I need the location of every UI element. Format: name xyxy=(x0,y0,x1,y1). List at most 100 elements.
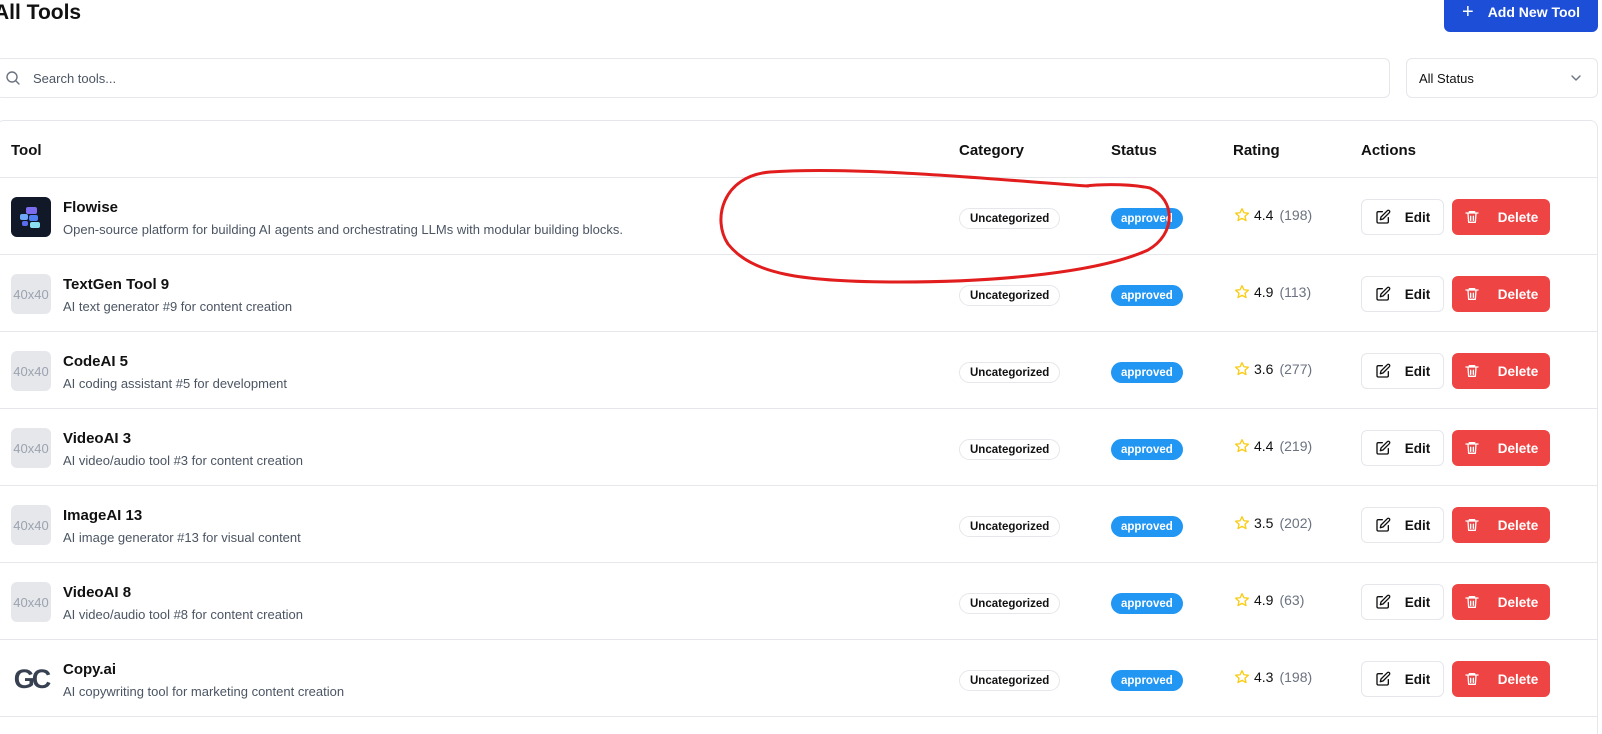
category-badge: Uncategorized xyxy=(959,516,1061,537)
delete-button[interactable]: Delete xyxy=(1452,353,1550,389)
rating-value: 4.3 xyxy=(1254,669,1274,685)
rating: 3.5 (202) xyxy=(1234,515,1312,531)
table-row: 40x40 VideoAI 8 AI video/audio tool #8 f… xyxy=(0,563,1597,640)
column-header-status: Status xyxy=(1111,142,1157,159)
star-icon xyxy=(1235,516,1249,530)
tool-description: AI video/audio tool #3 for content creat… xyxy=(63,453,303,468)
page-title: All Tools xyxy=(0,1,82,24)
rating-value: 4.9 xyxy=(1254,284,1274,300)
edit-button[interactable]: Edit xyxy=(1361,353,1444,389)
trash-icon xyxy=(1465,365,1479,377)
review-count: (63) xyxy=(1279,592,1305,608)
placeholder-image: 40x40 xyxy=(11,351,51,391)
review-count: (198) xyxy=(1279,207,1313,223)
delete-button[interactable]: Delete xyxy=(1452,584,1550,620)
chevron-down-icon xyxy=(1571,75,1581,81)
review-count: (277) xyxy=(1279,361,1313,377)
placeholder-image: 40x40 xyxy=(11,428,51,468)
table-row: Flowise Open-source platform for buildin… xyxy=(0,178,1597,255)
column-header-category: Category xyxy=(959,142,1025,159)
tool-name: ImageAI 13 xyxy=(63,507,143,524)
category-badge: Uncategorized xyxy=(959,362,1061,383)
rating: 4.3 (198) xyxy=(1234,669,1312,685)
status-badge: approved xyxy=(1111,208,1183,229)
edit-button[interactable]: Edit xyxy=(1361,276,1444,312)
rating: 3.6 (277) xyxy=(1234,361,1312,377)
plus-icon: + xyxy=(1462,1,1474,23)
tools-table: Tool Category Status Rating Actions Flow… xyxy=(0,120,1598,734)
tool-description: Open-source platform for building AI age… xyxy=(63,222,624,237)
table-header: Tool Category Status Rating Actions xyxy=(0,121,1597,178)
review-count: (198) xyxy=(1279,669,1313,685)
column-header-tool: Tool xyxy=(11,142,42,159)
rating: 4.4 (198) xyxy=(1234,207,1312,223)
rating: 4.9 (113) xyxy=(1234,284,1311,300)
placeholder-image: 40x40 xyxy=(11,582,51,622)
edit-label: Edit xyxy=(1404,671,1431,687)
edit-button[interactable]: Edit xyxy=(1361,507,1444,543)
column-header-rating: Rating xyxy=(1233,142,1280,159)
rating-value: 4.9 xyxy=(1254,592,1274,608)
status-badge: approved xyxy=(1111,285,1183,306)
delete-button[interactable]: Delete xyxy=(1452,430,1550,466)
tool-description: AI text generator #9 for content creatio… xyxy=(63,299,293,314)
edit-button[interactable]: Edit xyxy=(1361,584,1444,620)
trash-icon xyxy=(1465,596,1479,608)
star-icon xyxy=(1235,208,1249,222)
status-badge: approved xyxy=(1111,516,1183,537)
edit-label: Edit xyxy=(1404,363,1431,379)
trash-icon xyxy=(1465,288,1479,300)
status-badge: approved xyxy=(1111,439,1183,460)
star-icon xyxy=(1235,285,1249,299)
edit-icon xyxy=(1376,594,1391,609)
add-new-tool-label: Add New Tool xyxy=(1487,4,1580,20)
rating-value: 3.6 xyxy=(1254,361,1274,377)
category-badge: Uncategorized xyxy=(959,208,1061,229)
category-badge: Uncategorized xyxy=(959,439,1061,460)
edit-label: Edit xyxy=(1404,286,1431,302)
status-filter-select[interactable]: All Status xyxy=(1406,58,1598,98)
tool-name: Copy.ai xyxy=(63,661,117,678)
placeholder-image: 40x40 xyxy=(11,505,51,545)
add-new-tool-button[interactable]: + Add New Tool xyxy=(1444,0,1598,32)
delete-button[interactable]: Delete xyxy=(1452,507,1550,543)
status-badge: approved xyxy=(1111,670,1183,691)
table-row: 40x40 ImageAI 13 AI image generator #13 … xyxy=(0,486,1597,563)
rating-value: 4.4 xyxy=(1254,207,1274,223)
tool-name: TextGen Tool 9 xyxy=(63,276,170,293)
edit-button[interactable]: Edit xyxy=(1361,661,1444,697)
edit-label: Edit xyxy=(1404,517,1431,533)
edit-icon xyxy=(1376,671,1391,686)
delete-label: Delete xyxy=(1497,594,1539,610)
category-badge: Uncategorized xyxy=(959,670,1061,691)
edit-icon xyxy=(1376,209,1391,224)
status-badge: approved xyxy=(1111,593,1183,614)
placeholder-image: 40x40 xyxy=(11,274,51,314)
edit-button[interactable]: Edit xyxy=(1361,430,1444,466)
trash-icon xyxy=(1465,211,1479,223)
star-icon xyxy=(1235,362,1249,376)
search-input[interactable] xyxy=(33,70,1333,86)
delete-label: Delete xyxy=(1497,517,1539,533)
tool-description: AI coding assistant #5 for development xyxy=(63,376,288,391)
delete-button[interactable]: Delete xyxy=(1452,199,1550,235)
search-icon xyxy=(6,71,20,85)
tool-name: VideoAI 8 xyxy=(63,584,132,601)
delete-button[interactable]: Delete xyxy=(1452,661,1550,697)
category-badge: Uncategorized xyxy=(959,285,1061,306)
edit-button[interactable]: Edit xyxy=(1361,199,1444,235)
rating-value: 4.4 xyxy=(1254,438,1274,454)
copyai-logo-icon: GC xyxy=(13,663,52,694)
search-box[interactable] xyxy=(0,58,1390,98)
edit-label: Edit xyxy=(1404,209,1431,225)
edit-icon xyxy=(1376,517,1391,532)
table-row: 40x40 TextGen Tool 9 AI text generator #… xyxy=(0,255,1597,332)
star-icon xyxy=(1235,439,1249,453)
edit-label: Edit xyxy=(1404,440,1431,456)
rating-value: 3.5 xyxy=(1254,515,1274,531)
delete-label: Delete xyxy=(1497,286,1539,302)
tool-description: AI image generator #13 for visual conten… xyxy=(63,530,301,545)
table-row: 40x40 VideoAI 3 AI video/audio tool #3 f… xyxy=(0,409,1597,486)
delete-button[interactable]: Delete xyxy=(1452,276,1550,312)
rating: 4.9 (63) xyxy=(1234,592,1304,608)
